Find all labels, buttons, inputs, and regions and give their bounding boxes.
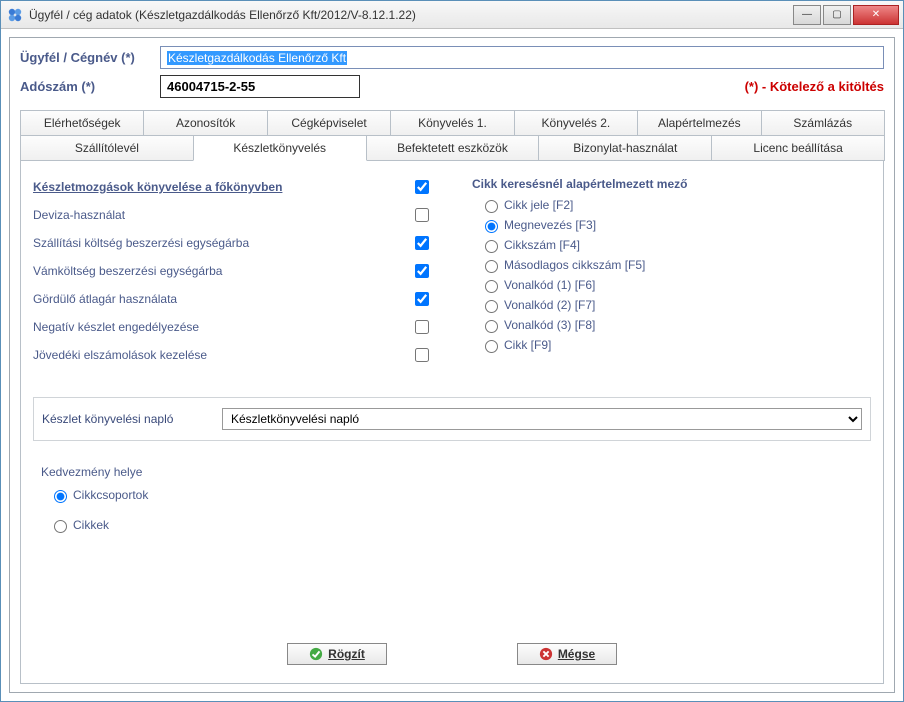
tab-szallitolevel[interactable]: Szállítólevél [20,135,194,161]
check-row-1: Deviza-használat [33,205,432,225]
check-label: Negatív készlet engedélyezése [33,320,411,334]
form-frame: Ügyfél / Cégnév (*) Készletgazdálkodás E… [9,37,895,693]
search-radio-1[interactable] [485,220,498,233]
window-controls: — ▢ ✕ [793,5,899,25]
check-label: Készletmozgások könyvelése a főkönyvben [33,180,411,194]
search-radio-label: Megnevezés [F3] [504,218,596,232]
tab-befektetett[interactable]: Befektetett eszközök [366,135,540,161]
save-button[interactable]: Rögzít [287,643,387,665]
check-input-3[interactable] [415,264,429,278]
search-radio-0[interactable] [485,200,498,213]
search-radio-label: Cikk jele [F2] [504,198,573,212]
search-group-title: Cikk keresésnél alapértelmezett mező [472,177,871,191]
app-icon [7,7,23,23]
tax-input[interactable] [160,75,360,98]
search-radio-7[interactable] [485,340,498,353]
check-input-2[interactable] [415,236,429,250]
search-radio-3[interactable] [485,260,498,273]
tab-content: Készletmozgások könyvelése a főkönyvben D… [20,160,884,684]
tabs-row-1: Elérhetőségek Azonosítók Cégképviselet K… [20,110,884,135]
check-label: Gördülő átlagár használata [33,292,411,306]
check-input-5[interactable] [415,320,429,334]
journal-row: Készlet könyvelési napló Készletkönyvelé… [33,397,871,441]
client-area: Ügyfél / Cégnév (*) Készletgazdálkodás E… [1,29,903,701]
check-input-4[interactable] [415,292,429,306]
search-radio-4[interactable] [485,280,498,293]
check-row-3: Vámköltség beszerzési egységárba [33,261,432,281]
discount-radio-1[interactable] [54,520,67,533]
tab-licenc[interactable]: Licenc beállítása [711,135,885,161]
left-column: Készletmozgások könyvelése a főkönyvben D… [33,177,432,373]
search-radio-row-4: Vonalkód (1) [F6] [480,277,871,293]
tab-keszletkonyveles[interactable]: Készletkönyvelés [193,135,367,161]
check-input-6[interactable] [415,348,429,362]
discount-radio-label: Cikkek [73,518,109,532]
search-radio-row-6: Vonalkód (3) [F8] [480,317,871,333]
cancel-icon [539,647,553,661]
search-radio-row-3: Másodlagos cikkszám [F5] [480,257,871,273]
discount-fieldset: Kedvezmény helye Cikkcsoportok Cikkek [33,459,343,559]
search-radio-label: Cikkszám [F4] [504,238,580,252]
discount-radio-label: Cikkcsoportok [73,488,148,502]
maximize-button[interactable]: ▢ [823,5,851,25]
search-radio-label: Vonalkód (2) [F7] [504,298,595,312]
tabs-row-2: Szállítólevél Készletkönyvelés Befektete… [20,135,884,161]
tax-label: Adószám (*) [20,79,160,94]
journal-select[interactable]: Készletkönyvelési napló [222,408,862,430]
right-column: Cikk keresésnél alapértelmezett mező Cik… [472,177,871,373]
search-radio-row-0: Cikk jele [F2] [480,197,871,213]
discount-radio-row-1: Cikkek [49,517,335,533]
check-input-0[interactable] [415,180,429,194]
minimize-button[interactable]: — [793,5,821,25]
tab-alapertelmezés[interactable]: Alapértelmezés [637,110,761,135]
search-radio-label: Cikk [F9] [504,338,551,352]
tab-azonositok[interactable]: Azonosítók [143,110,267,135]
ok-icon [309,647,323,661]
company-name-row: Ügyfél / Cégnév (*) Készletgazdálkodás E… [20,46,884,69]
tab-cegkepviselet[interactable]: Cégképviselet [267,110,391,135]
columns: Készletmozgások könyvelése a főkönyvben D… [33,177,871,373]
company-name-label: Ügyfél / Cégnév (*) [20,50,160,65]
tab-bizonylat[interactable]: Bizonylat-használat [538,135,712,161]
discount-radio-0[interactable] [54,490,67,503]
check-label: Szállítási költség beszerzési egységárba [33,236,411,250]
check-label: Jövedéki elszámolások kezelése [33,348,411,362]
tab-konyveles2[interactable]: Könyvelés 2. [514,110,638,135]
titlebar[interactable]: Ügyfél / cég adatok (Készletgazdálkodás … [1,1,903,29]
company-name-input[interactable]: Készletgazdálkodás Ellenőrző Kft [160,46,884,69]
search-radio-row-2: Cikkszám [F4] [480,237,871,253]
search-radio-label: Vonalkód (3) [F8] [504,318,595,332]
close-button[interactable]: ✕ [853,5,899,25]
mandatory-note: (*) - Kötelező a kitöltés [745,79,884,94]
tax-row: Adószám (*) (*) - Kötelező a kitöltés [20,75,884,98]
journal-label: Készlet könyvelési napló [42,412,222,426]
discount-title: Kedvezmény helye [41,465,335,479]
search-radio-label: Vonalkód (1) [F6] [504,278,595,292]
cancel-button[interactable]: Mégse [517,643,617,665]
check-row-6: Jövedéki elszámolások kezelése [33,345,432,365]
search-radio-label: Másodlagos cikkszám [F5] [504,258,645,272]
check-row-0: Készletmozgások könyvelése a főkönyvben [33,177,432,197]
search-radio-row-7: Cikk [F9] [480,337,871,353]
tab-konyveles1[interactable]: Könyvelés 1. [390,110,514,135]
discount-radio-row-0: Cikkcsoportok [49,487,335,503]
search-radio-2[interactable] [485,240,498,253]
window-title: Ügyfél / cég adatok (Készletgazdálkodás … [29,8,793,22]
check-label: Vámköltség beszerzési egységárba [33,264,411,278]
check-label: Deviza-használat [33,208,411,222]
footer-buttons: Rögzít Mégse [33,637,871,667]
search-radio-6[interactable] [485,320,498,333]
check-row-4: Gördülő átlagár használata [33,289,432,309]
window: Ügyfél / cég adatok (Készletgazdálkodás … [0,0,904,702]
check-row-5: Negatív készlet engedélyezése [33,317,432,337]
check-row-2: Szállítási költség beszerzési egységárba [33,233,432,253]
search-radio-5[interactable] [485,300,498,313]
check-input-1[interactable] [415,208,429,222]
search-radio-row-5: Vonalkód (2) [F7] [480,297,871,313]
tab-elerhetosegek[interactable]: Elérhetőségek [20,110,144,135]
search-radio-row-1: Megnevezés [F3] [480,217,871,233]
tab-szamlazas[interactable]: Számlázás [761,110,885,135]
